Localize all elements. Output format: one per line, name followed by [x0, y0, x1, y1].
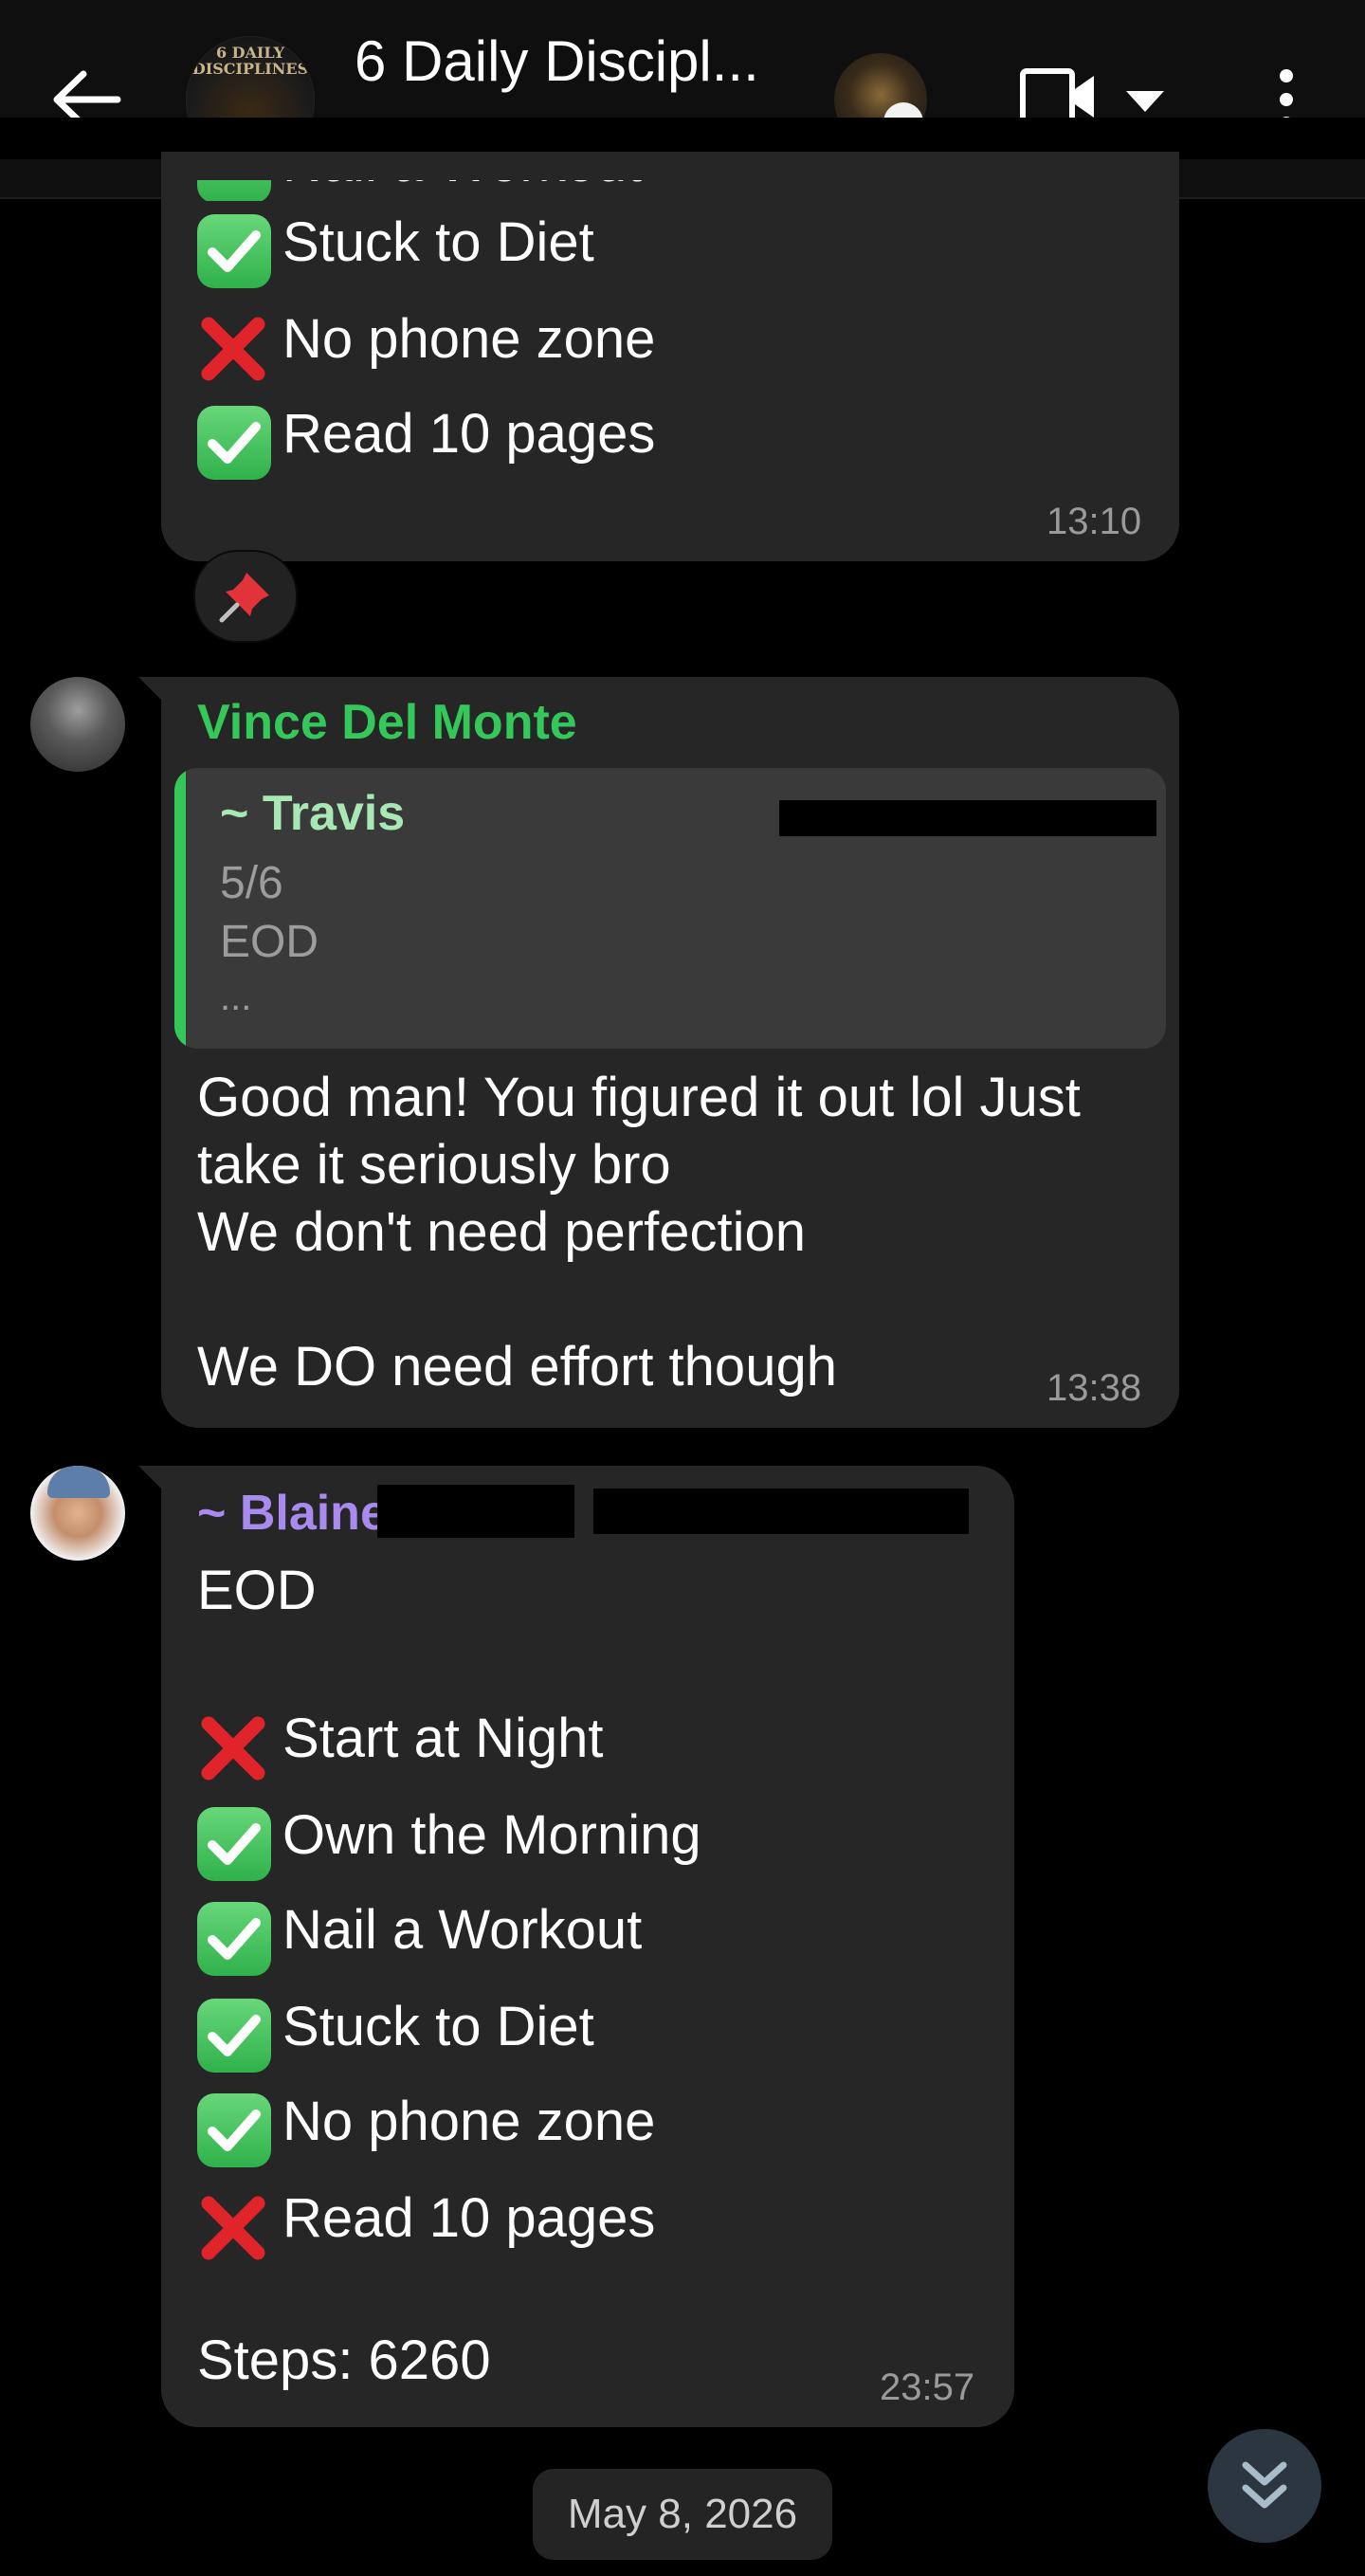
- quote-line: ...: [220, 977, 252, 1018]
- checkmark-icon: [197, 1902, 271, 1976]
- checkmark-icon: [197, 406, 271, 480]
- message-time: 13:10: [1046, 501, 1142, 542]
- sender-name[interactable]: Vince Del Monte: [197, 694, 577, 751]
- message-time: 13:38: [1046, 1367, 1142, 1409]
- chat-title[interactable]: 6 Daily Discipl...: [355, 28, 759, 94]
- message-bubble[interactable]: ~ Blaine EOD Start at Night Own the Morn…: [161, 1466, 1014, 2427]
- date-separator: May 8, 2026: [533, 2469, 832, 2560]
- cross-mark-icon: [201, 317, 265, 381]
- checklist-label: Own the Morning: [282, 1804, 701, 1866]
- checklist-label: No phone zone: [282, 308, 656, 370]
- checkmark-icon: [197, 2093, 271, 2167]
- quote-sender: ~ Travis: [220, 786, 406, 841]
- steps-text: Steps: 6260: [197, 2329, 491, 2391]
- checklist-label: Nail a Workout: [282, 1899, 643, 1961]
- avatar-cap: [47, 1466, 110, 1498]
- pushpin-icon: [219, 573, 269, 623]
- message-line: We don't need perfection: [197, 1201, 806, 1263]
- scroll-to-bottom-button[interactable]: [1208, 2429, 1321, 2543]
- quote-line: EOD: [220, 917, 319, 967]
- quote-bar: [174, 768, 186, 1049]
- checklist-label: Stuck to Diet: [282, 211, 594, 273]
- message-heading: EOD: [197, 1560, 317, 1621]
- checkmark-icon: [197, 214, 271, 288]
- checklist-label: No phone zone: [282, 2091, 656, 2152]
- checklist-label: Nail a Workout: [282, 180, 642, 194]
- sender-name[interactable]: ~ Blaine: [197, 1485, 388, 1542]
- cross-mark-icon: [201, 2196, 265, 2260]
- checklist-label: Start at Night: [282, 1708, 604, 1769]
- video-call-icon[interactable]: [1020, 68, 1098, 125]
- message-line: take it seriously bro: [197, 1134, 671, 1196]
- redaction-bar: [377, 1485, 574, 1538]
- quote-line: 5/6: [220, 858, 283, 908]
- checkmark-icon: [197, 180, 271, 201]
- redaction-bar: [779, 800, 1156, 836]
- checkmark-icon: [197, 1807, 271, 1881]
- quoted-message[interactable]: ~ Travis 5/6 EOD ...: [174, 768, 1166, 1049]
- reaction-badge[interactable]: [193, 550, 298, 643]
- message-time: 23:57: [880, 2366, 975, 2408]
- checklist-label: Read 10 pages: [282, 2187, 656, 2249]
- message-line: We DO need effort though: [197, 1336, 837, 1398]
- message-line: Good man! You figured it out lol Just: [197, 1067, 1081, 1128]
- checklist-label: Read 10 pages: [282, 403, 656, 465]
- message-bubble[interactable]: Stuck to Diet No phone zone Read 10 page…: [161, 152, 1179, 561]
- checklist-label: Stuck to Diet: [282, 1996, 594, 2057]
- redaction-bar: [593, 1489, 969, 1534]
- double-chevron-down-icon: [1242, 2461, 1287, 2509]
- message-bubble[interactable]: Vince Del Monte ~ Travis 5/6 EOD ... Goo…: [161, 677, 1179, 1428]
- group-logo-text: 6 DAILY DISCIPLINES: [191, 44, 309, 78]
- avatar-vince[interactable]: [30, 677, 125, 772]
- clipped-checklist-item: Nail a Workout: [197, 180, 861, 201]
- checkmark-icon: [197, 1999, 271, 2073]
- caret-down-icon[interactable]: [1126, 91, 1164, 112]
- cross-mark-icon: [201, 1716, 265, 1781]
- avatar-blaine[interactable]: [30, 1466, 125, 1561]
